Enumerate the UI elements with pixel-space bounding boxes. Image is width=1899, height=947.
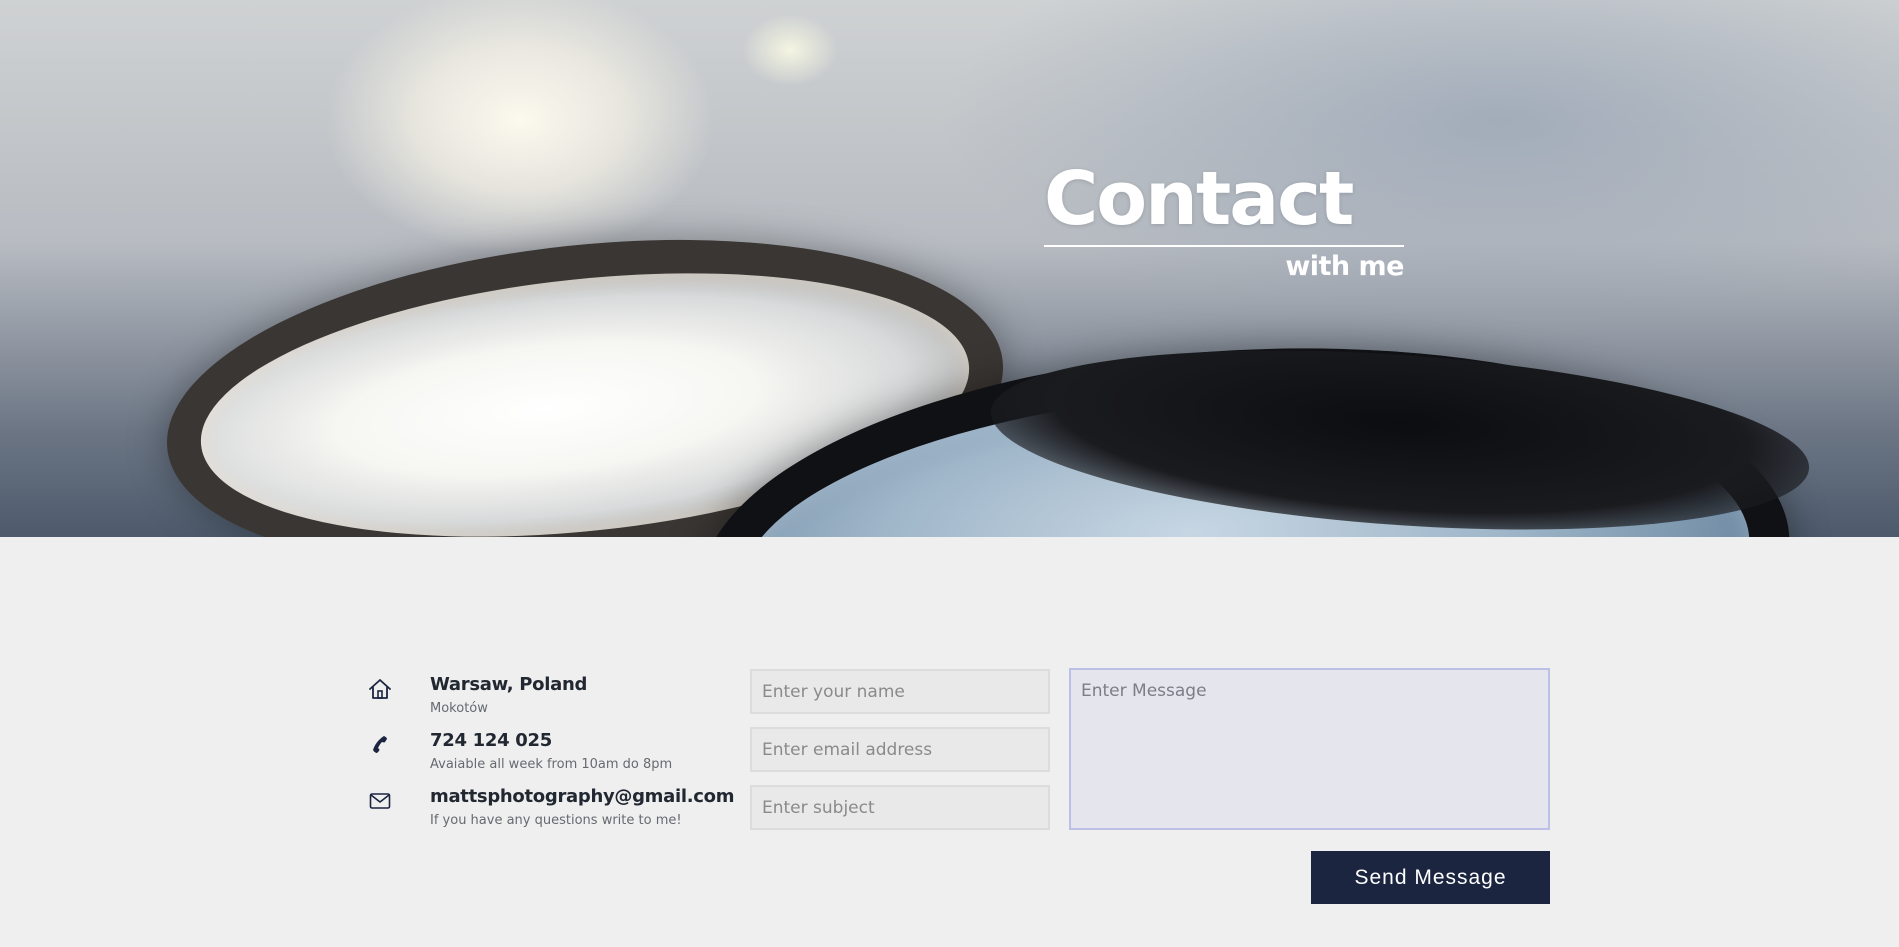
name-input[interactable] [750, 669, 1050, 714]
home-icon [366, 678, 394, 700]
address-title: Warsaw, Poland [430, 674, 588, 695]
hero-heading-group: Contact with me [1044, 155, 1405, 282]
page-title: Contact [1044, 156, 1354, 242]
email-title: mattsphotography@gmail.com [430, 786, 735, 807]
email-subtitle: If you have any questions write to me! [430, 813, 682, 828]
phone-subtitle: Avaiable all week from 10am do 8pm [430, 757, 673, 772]
title-underline [1044, 245, 1404, 247]
email-input[interactable] [750, 727, 1050, 772]
hero-banner: Contact with me [0, 0, 1899, 537]
page-subtitle: with me [1285, 251, 1404, 282]
message-textarea[interactable] [1069, 668, 1550, 830]
mail-icon [366, 790, 394, 812]
phone-icon [366, 734, 394, 756]
subject-input[interactable] [750, 785, 1050, 830]
phone-title: 724 124 025 [430, 730, 552, 751]
address-subtitle: Mokotów [430, 701, 488, 716]
contact-section: Warsaw, Poland Mokotów 724 124 025 Avaia… [0, 537, 1899, 947]
send-message-button[interactable]: Send Message [1311, 851, 1550, 904]
